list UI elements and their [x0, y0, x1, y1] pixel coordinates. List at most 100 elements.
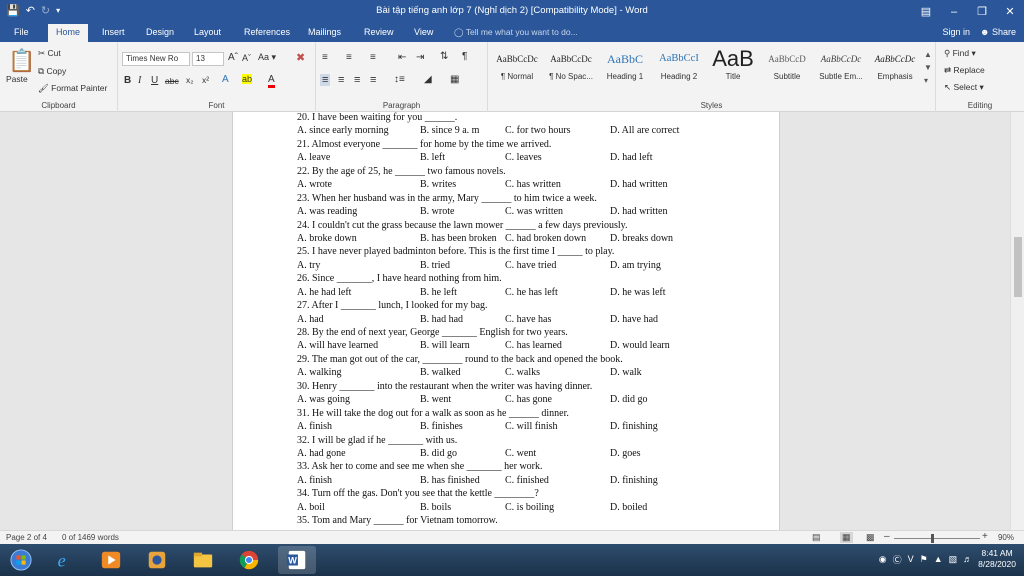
word-count[interactable]: 0 of 1469 words	[62, 533, 119, 542]
option-c: C. will finish	[505, 421, 558, 433]
styles-scroll-icon[interactable]: ▲ ▼ ▾	[924, 48, 932, 87]
question-line: 22. By the age of 25, he ______ two famo…	[297, 165, 506, 177]
close-button[interactable]: ✕	[996, 0, 1024, 24]
option-c: C. walks	[505, 367, 540, 379]
zoom-level[interactable]: 90%	[998, 533, 1014, 542]
option-d: D. goes	[610, 447, 641, 459]
font-size-select[interactable]: 13	[192, 52, 224, 66]
network-icon[interactable]: ▲	[934, 554, 943, 564]
style-no-spacing[interactable]: AaBbCcDc ¶ No Spac...	[544, 46, 598, 90]
zoom-out-icon[interactable]: –	[884, 531, 890, 542]
tab-mailings[interactable]: Mailings	[300, 24, 349, 42]
borders-icon[interactable]: ▦	[450, 74, 459, 85]
shading-icon[interactable]: ◢	[424, 74, 432, 85]
title-bar: 💾 ↶ ↻ ▾ Bài tập tiếng anh lớp 7 (Nghỉ dị…	[0, 0, 1024, 24]
taskbar-chrome[interactable]	[230, 546, 268, 574]
input-language[interactable]: V	[908, 554, 914, 564]
style-emphasis[interactable]: AaBbCcDc Emphasis	[868, 46, 922, 90]
tab-file[interactable]: File	[6, 24, 37, 42]
ribbon-display-options-icon[interactable]: ▤	[912, 0, 940, 24]
tab-home[interactable]: Home	[48, 24, 89, 42]
style-normal[interactable]: AaBbCcDc ¶ Normal	[490, 46, 544, 90]
taskbar-file-explorer[interactable]	[184, 546, 222, 574]
print-layout-icon[interactable]: ▦	[840, 532, 853, 543]
italic-icon[interactable]: I	[138, 75, 141, 86]
zoom-in-icon[interactable]: +	[982, 531, 988, 542]
taskbar-word[interactable]: W	[278, 546, 316, 574]
text-effects-icon[interactable]: A	[222, 74, 229, 85]
justify-icon[interactable]: ≡	[370, 74, 376, 86]
share-button[interactable]: ☻ Share	[980, 24, 1016, 41]
tab-layout[interactable]: Layout	[186, 24, 229, 42]
option-b: B. since 9 a. m	[420, 125, 480, 137]
align-right-icon[interactable]: ≡	[354, 74, 360, 86]
grow-font-icon[interactable]: Aˆ	[228, 52, 238, 63]
multilevel-list-icon[interactable]: ≡	[370, 52, 376, 63]
clear-formatting-icon[interactable]: ✖	[296, 51, 305, 64]
tab-review[interactable]: Review	[356, 24, 402, 42]
font-color-icon[interactable]: A	[268, 74, 275, 88]
bullets-icon[interactable]: ≡	[322, 52, 328, 63]
subscript-icon[interactable]: x₂	[186, 75, 194, 85]
zoom-slider[interactable]	[894, 538, 980, 539]
tab-references[interactable]: References	[236, 24, 298, 42]
shrink-font-icon[interactable]: Aˇ	[242, 53, 251, 63]
strikethrough-icon[interactable]: abc	[165, 76, 179, 86]
align-left-icon[interactable]: ≡	[320, 74, 331, 86]
style-heading-2[interactable]: AaBbCcI Heading 2	[652, 46, 706, 90]
start-button[interactable]	[2, 546, 40, 574]
style-heading-1[interactable]: AaBbC Heading 1	[598, 46, 652, 90]
volume-icon[interactable]: ♬	[963, 554, 972, 564]
options-line: A. was reading B. wrote C. was written D. h…	[297, 205, 767, 218]
paste-button[interactable]: Paste	[6, 74, 28, 84]
taskbar-app[interactable]	[138, 546, 176, 574]
increase-indent-icon[interactable]: ⇥	[416, 52, 424, 63]
taskbar-media-player[interactable]	[92, 546, 130, 574]
font-group-label: Font	[208, 101, 225, 110]
signal-icon[interactable]: ▧	[949, 554, 958, 565]
page-count[interactable]: Page 2 of 4	[6, 533, 47, 542]
font-family-select[interactable]: Times New Ro	[122, 52, 190, 66]
bold-icon[interactable]: B	[124, 75, 131, 86]
tell-me-box[interactable]: ◯ Tell me what you want to do...	[454, 24, 578, 41]
tab-design[interactable]: Design	[138, 24, 182, 42]
underline-icon[interactable]: U	[151, 75, 158, 86]
style-subtitle[interactable]: AaBbCcD Subtitle	[760, 46, 814, 90]
copy-button[interactable]: ⧉ Copy	[38, 66, 66, 77]
paste-icon[interactable]: 📋	[8, 48, 35, 74]
word-icon: W	[286, 550, 306, 570]
tab-view[interactable]: View	[406, 24, 441, 42]
minimize-button[interactable]: –	[940, 0, 968, 24]
style-subtle-emphasis[interactable]: AaBbCcDc Subtle Em...	[814, 46, 868, 90]
select-button[interactable]: ↖ Select ▾	[944, 82, 984, 93]
find-button[interactable]: ⚲ Find ▾	[944, 48, 976, 59]
highlight-icon[interactable]: ab	[242, 74, 253, 84]
web-layout-icon[interactable]: ▩	[866, 532, 875, 543]
flag-icon[interactable]: ⚑	[920, 554, 928, 565]
app-icon	[148, 551, 166, 569]
read-mode-icon[interactable]: ▤	[812, 532, 821, 543]
taskbar-internet-explorer[interactable]: e	[46, 546, 84, 574]
skype-icon[interactable]: Ⓒ	[893, 553, 902, 566]
numbering-icon[interactable]: ≡	[346, 52, 352, 63]
change-case-icon[interactable]: Aa ▾	[258, 52, 276, 63]
vertical-scrollbar[interactable]	[1010, 112, 1024, 530]
sign-in-link[interactable]: Sign in	[942, 24, 970, 41]
format-painter-button[interactable]: 🖌 Format Painter	[38, 83, 107, 94]
decrease-indent-icon[interactable]: ⇤	[398, 52, 406, 63]
align-center-icon[interactable]: ≡	[338, 74, 344, 86]
superscript-icon[interactable]: x²	[202, 75, 209, 85]
cut-button[interactable]: ✂ Cut	[38, 48, 61, 59]
sort-icon[interactable]: ⇅	[440, 51, 448, 62]
show-marks-icon[interactable]: ¶	[462, 51, 467, 62]
tab-insert[interactable]: Insert	[94, 24, 133, 42]
tray-app-icon[interactable]: ◉	[879, 554, 887, 565]
style-title[interactable]: AaB Title	[706, 46, 760, 90]
zoom-slider-thumb[interactable]	[931, 534, 934, 543]
restore-button[interactable]: ❐	[968, 0, 996, 24]
document-page[interactable]: 20. I have been waiting for you ______. A…	[232, 112, 780, 530]
scrollbar-thumb[interactable]	[1014, 237, 1022, 297]
line-spacing-icon[interactable]: ↕≡	[394, 74, 405, 85]
clock[interactable]: 8:41 AM 8/28/2020	[978, 548, 1016, 570]
replace-button[interactable]: ⇄ Replace	[944, 65, 985, 76]
